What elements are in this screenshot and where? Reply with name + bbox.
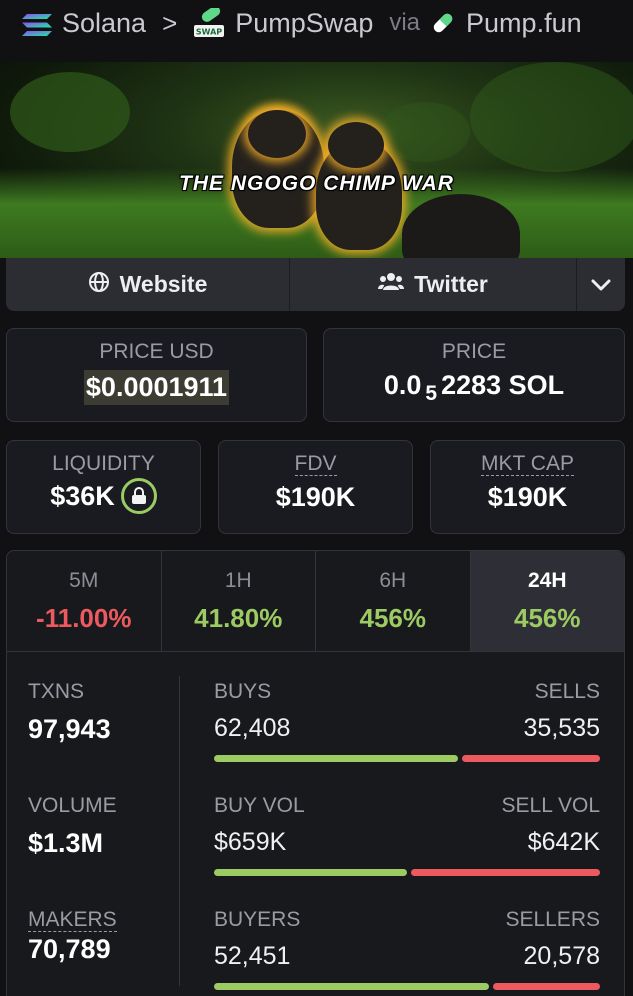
chevron-right-icon: > (162, 7, 178, 38)
liquidity-value: $36K (50, 481, 115, 512)
fdv-label[interactable]: FDV (294, 452, 337, 476)
users-icon (378, 271, 405, 298)
tab-5m[interactable]: 5M -11.00% (7, 551, 162, 651)
makers-label[interactable]: MAKERS (28, 908, 117, 932)
social-links-bar: Website Twitter (6, 258, 625, 311)
sell-vol-label: SELL VOL (501, 794, 600, 817)
buys-sells-bar (214, 755, 600, 762)
pumpswap-logo-icon: SWAP (193, 6, 225, 38)
globe-icon (88, 271, 110, 299)
tab-label: 24H (527, 569, 567, 592)
price-sol-value: 0.0 5 2283 SOL (383, 370, 565, 405)
liquidity-label: LIQUIDITY (52, 452, 155, 475)
twitter-label: Twitter (414, 271, 488, 297)
buy-sell-volume-stat: BUY VOL SELL VOL $659K $642K (214, 794, 600, 876)
breadcrumb-dex[interactable]: PumpSwap (235, 8, 373, 39)
tab-change: 456% (514, 603, 581, 633)
sell-vol-value: $642K (527, 828, 600, 856)
timeframe-tabs: 5M -11.00% 1H 41.80% 6H 456% 24H 456% (7, 551, 624, 652)
tab-label: 1H (224, 569, 252, 592)
price-usd-label: PRICE USD (99, 340, 214, 363)
twitter-button[interactable]: Twitter (290, 258, 577, 311)
buy-share-bar (214, 755, 458, 762)
volume-label: VOLUME (28, 794, 117, 817)
volume-stat: VOLUME $1.3M (28, 794, 117, 859)
sell-share-bar (461, 755, 600, 762)
volume-value: $1.3M (28, 828, 104, 858)
buy-vol-label: BUY VOL (214, 794, 305, 817)
website-button[interactable]: Website (6, 258, 290, 311)
buyers-label: BUYERS (214, 908, 301, 931)
tab-change: -11.00% (36, 603, 132, 633)
tab-label: 6H (379, 569, 407, 592)
buyers-sellers-stat: BUYERS SELLERS 52,451 20,578 (214, 908, 600, 990)
price-sol-card: PRICE 0.0 5 2283 SOL (323, 328, 625, 422)
makers-stat: MAKERS 70,789 (28, 908, 117, 965)
buyers-value: 52,451 (214, 942, 291, 970)
sellers-value: 20,578 (523, 942, 600, 970)
mkt-cap-card: MKT CAP $190K (430, 440, 625, 534)
price-usd-card: PRICE USD $0.0001911 (6, 328, 307, 422)
mkt-cap-value: $190K (487, 482, 568, 512)
breadcrumb-launchpad[interactable]: Pump.fun (466, 8, 582, 39)
token-banner-image: THE NGOGO CHIMP WAR (0, 62, 633, 258)
stats-divider (179, 676, 180, 986)
chevron-down-icon (590, 271, 612, 298)
sellers-label: SELLERS (505, 908, 600, 931)
buy-share-bar (214, 983, 490, 990)
sells-label: SELLS (534, 680, 600, 703)
makers-value: 70,789 (28, 934, 111, 964)
txns-label: TXNS (28, 680, 85, 703)
banner-title: THE NGOGO CHIMP WAR (179, 172, 454, 195)
mkt-cap-label[interactable]: MKT CAP (481, 452, 574, 476)
sell-share-bar (493, 983, 600, 990)
pumpfun-pill-icon (430, 10, 456, 36)
tab-24h[interactable]: 24H 456% (470, 551, 624, 651)
sells-value: 35,535 (523, 714, 600, 742)
svg-text:SWAP: SWAP (196, 28, 222, 37)
website-label: Website (119, 271, 208, 297)
buyers-sellers-bar (214, 983, 600, 990)
txns-stat: TXNS 97,943 (28, 680, 111, 745)
buys-value: 62,408 (214, 714, 291, 742)
breadcrumb: Solana > SWAP PumpSwap via Pump.fun (0, 0, 633, 46)
price-sol-label: PRICE (441, 340, 507, 363)
lock-icon[interactable] (120, 478, 157, 514)
breadcrumb-via: via (389, 9, 421, 36)
tab-1h[interactable]: 1H 41.80% (162, 551, 316, 651)
fdv-value: $190K (275, 482, 356, 512)
price-usd-value: $0.0001911 (83, 370, 230, 405)
price-zero-count: 5 (425, 382, 438, 405)
tab-change: 456% (359, 603, 427, 633)
fdv-card: FDV $190K (218, 440, 413, 534)
solana-logo-icon (22, 12, 52, 36)
sell-share-bar (411, 869, 600, 876)
timeframe-stats-panel: 5M -11.00% 1H 41.80% 6H 456% 24H 456% TX… (6, 550, 625, 996)
buy-vol-value: $659K (214, 828, 287, 856)
txns-value: 97,943 (28, 714, 111, 744)
buy-share-bar (214, 869, 408, 876)
breadcrumb-chain[interactable]: Solana (62, 8, 146, 39)
buys-sells-stat: BUYS SELLS 62,408 35,535 (214, 680, 600, 762)
liquidity-card: LIQUIDITY $36K (6, 440, 201, 534)
buys-label: BUYS (214, 680, 272, 703)
tab-change: 41.80% (194, 603, 283, 633)
tab-6h[interactable]: 6H 456% (316, 551, 471, 651)
more-links-button[interactable] (577, 258, 625, 311)
tab-label: 5M (69, 569, 99, 592)
buy-sell-volume-bar (214, 869, 600, 876)
